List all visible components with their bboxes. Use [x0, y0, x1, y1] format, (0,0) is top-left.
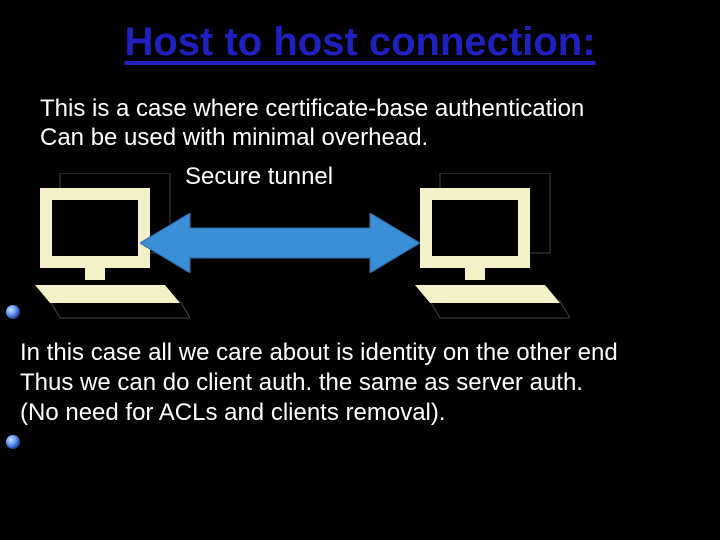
slide-title: Host to host connection:	[0, 0, 720, 65]
conclusion-line-2: Thus we can do client auth. the same as …	[20, 369, 583, 396]
intro-line-2: Can be used with minimal overhead.	[40, 124, 428, 151]
conclusion-line-1: In this case all we care about is identi…	[20, 339, 618, 366]
tunnel-label: Secure tunnel	[185, 163, 333, 191]
conclusion-line-3: (No need for ACLs and clients removal).	[20, 399, 446, 426]
conclusion-paragraph: In this case all we care about is identi…	[20, 338, 700, 428]
bullet-icon	[6, 435, 20, 449]
host-right-computer-icon	[410, 173, 570, 323]
intro-paragraph: This is a case where certificate-base au…	[40, 95, 680, 153]
tunnel-diagram: Secure tunnel	[0, 163, 720, 333]
intro-line-1: This is a case where certificate-base au…	[40, 95, 584, 122]
secure-tunnel-double-arrow-icon	[140, 213, 420, 273]
